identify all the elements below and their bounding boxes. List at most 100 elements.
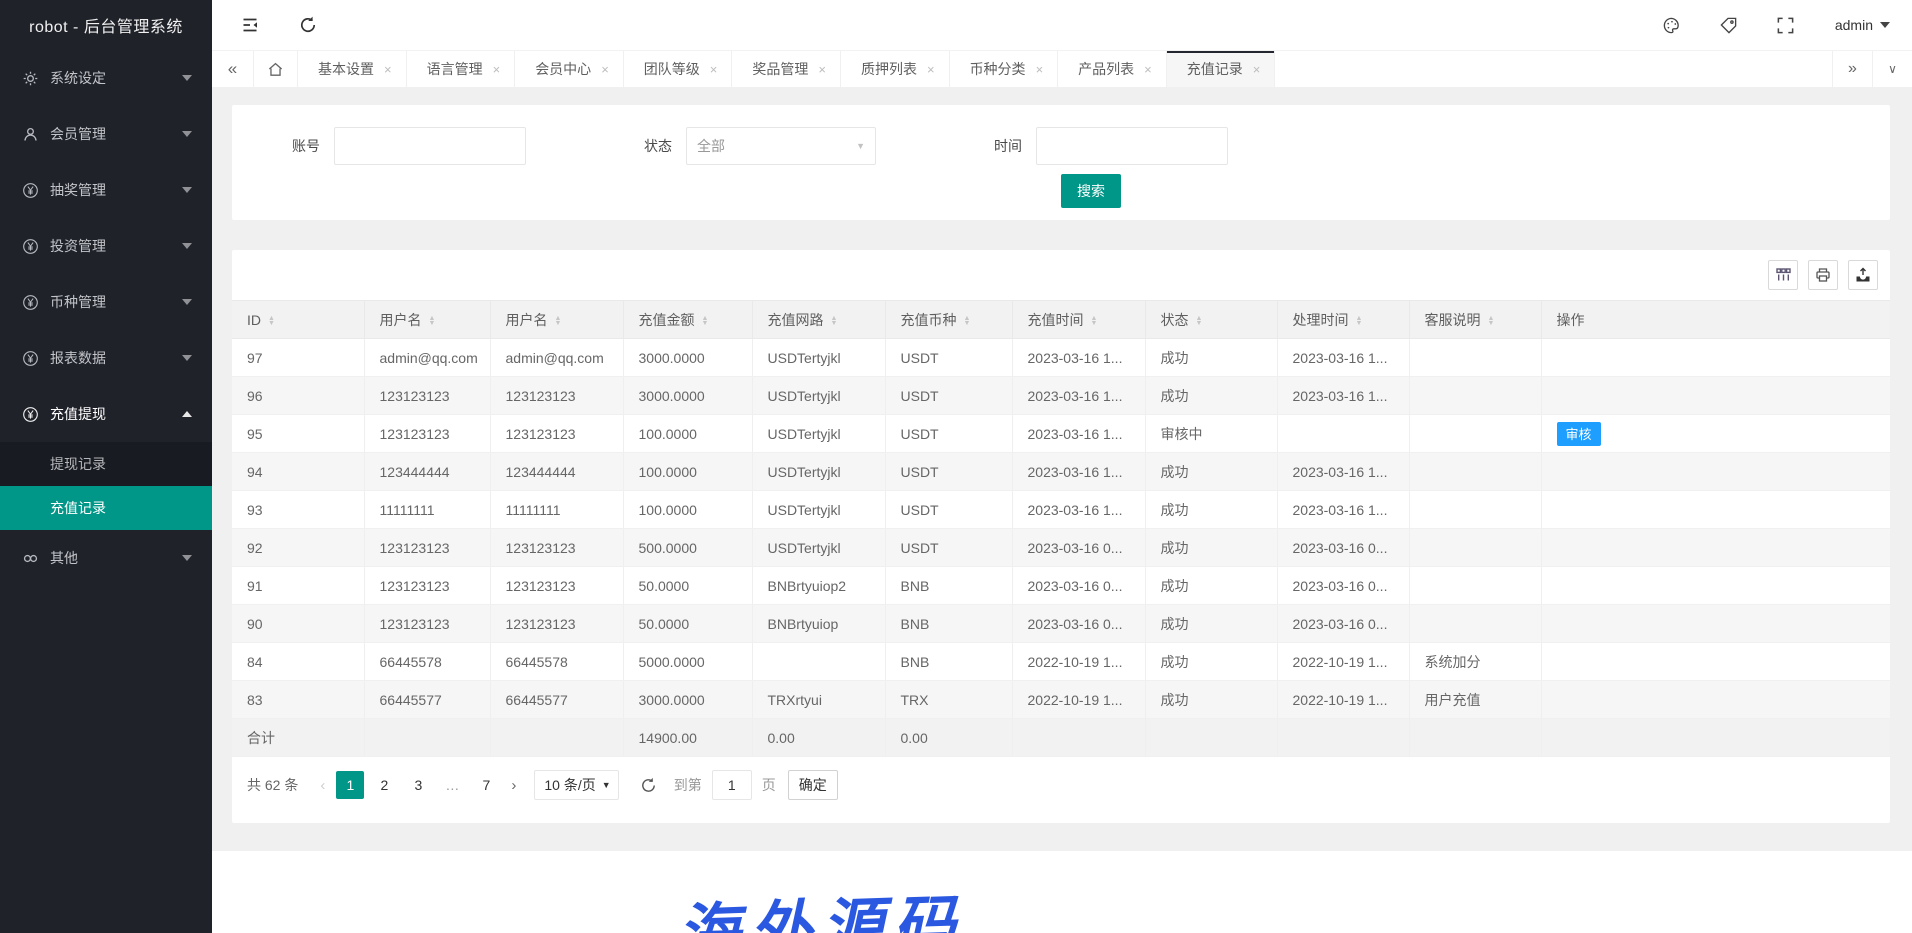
sidebar-item-label: 会员管理: [50, 124, 182, 144]
export-button[interactable]: [1848, 260, 1878, 290]
close-icon[interactable]: ×: [493, 62, 501, 77]
column-header-用户名[interactable]: 用户名▲▼: [364, 301, 490, 339]
column-header-ID[interactable]: ID▲▼: [232, 301, 364, 339]
sort-icon[interactable]: ▲▼: [1488, 316, 1495, 326]
sidebar-item-7[interactable]: 其他: [0, 530, 212, 586]
tabbar: « 基本设置×语言管理×会员中心×团队等级×奖品管理×质押列表×币种分类×产品列…: [212, 51, 1912, 88]
column-header-充值网路[interactable]: 充值网路▲▼: [752, 301, 885, 339]
tabs-scroll-left-icon[interactable]: «: [212, 51, 254, 87]
fullscreen-icon[interactable]: [1776, 16, 1795, 35]
next-page-icon[interactable]: ›: [503, 777, 524, 794]
cell-note: [1409, 491, 1541, 529]
sort-icon[interactable]: ▲▼: [702, 316, 709, 326]
tabs-menu-icon[interactable]: ∨: [1872, 51, 1912, 87]
user-menu[interactable]: admin: [1835, 17, 1890, 33]
theme-palette-icon[interactable]: [1662, 16, 1681, 35]
close-icon[interactable]: ×: [601, 62, 609, 77]
close-icon[interactable]: ×: [927, 62, 935, 77]
cell-note: [1409, 339, 1541, 377]
sort-icon[interactable]: ▲▼: [1091, 316, 1098, 326]
cell-status: 成功: [1145, 681, 1277, 719]
page-size-select[interactable]: 10 条/页 ▼: [534, 770, 618, 800]
main-area: admin « 基本设置×语言管理×会员中心×团队等级×奖品管理×质押列表×币种…: [212, 0, 1912, 933]
sort-icon[interactable]: ▲▼: [1196, 316, 1203, 326]
sidebar-item-4[interactable]: 币种管理: [0, 274, 212, 330]
sidebar-subitem-提现记录[interactable]: 提现记录: [0, 442, 212, 486]
sidebar-item-1[interactable]: 会员管理: [0, 106, 212, 162]
close-icon[interactable]: ×: [1036, 62, 1044, 77]
sort-icon[interactable]: ▲▼: [429, 316, 436, 326]
column-header-客服说明[interactable]: 客服说明▲▼: [1409, 301, 1541, 339]
cell-action: [1541, 453, 1890, 491]
sidebar-item-3[interactable]: 投资管理: [0, 218, 212, 274]
tab-会员中心[interactable]: 会员中心 ×: [515, 51, 624, 87]
tab-奖品管理[interactable]: 奖品管理×: [732, 51, 841, 87]
account-input[interactable]: [334, 127, 526, 165]
page-button-3[interactable]: 3: [404, 771, 432, 799]
cell-status: 成功: [1145, 491, 1277, 529]
close-icon[interactable]: ×: [710, 62, 718, 77]
close-icon[interactable]: ×: [1253, 62, 1261, 77]
time-filter-group: 时间: [994, 127, 1228, 165]
print-button[interactable]: [1808, 260, 1838, 290]
column-header-状态[interactable]: 状态▲▼: [1145, 301, 1277, 339]
sidebar-item-0[interactable]: 系统设定: [0, 50, 212, 106]
confirm-button[interactable]: 确定: [788, 770, 838, 800]
column-header-处理时间[interactable]: 处理时间▲▼: [1277, 301, 1409, 339]
sort-icon[interactable]: ▲▼: [1356, 316, 1363, 326]
cell-amount: 3000.0000: [623, 377, 752, 415]
sidebar-subitem-充值记录[interactable]: 充值记录: [0, 486, 212, 530]
goto-page-input[interactable]: [712, 770, 752, 800]
tab-语言管理[interactable]: 语言管理×: [407, 51, 516, 87]
cell-amount: 5000.0000: [623, 643, 752, 681]
tab-充值记录[interactable]: 充值记录×: [1167, 51, 1276, 87]
sort-icon[interactable]: ▲▼: [268, 316, 275, 326]
pager-refresh-icon[interactable]: [639, 776, 658, 795]
cell-id: 92: [232, 529, 364, 567]
cell-status: 成功: [1145, 643, 1277, 681]
column-header-用户名[interactable]: 用户名▲▼: [490, 301, 623, 339]
sort-icon[interactable]: ▲▼: [964, 316, 971, 326]
column-header-充值金额[interactable]: 充值金额 ▲▼: [623, 301, 752, 339]
sort-icon[interactable]: ▲▼: [831, 316, 838, 326]
cell-time: 2023-03-16 1...: [1012, 339, 1145, 377]
close-icon[interactable]: ×: [818, 62, 826, 77]
cell-username: 123123123: [364, 605, 490, 643]
cell-time: 2023-03-16 1...: [1012, 453, 1145, 491]
close-icon[interactable]: ×: [1144, 62, 1152, 77]
sidebar-item-5[interactable]: 报表数据: [0, 330, 212, 386]
page-button-7[interactable]: 7: [472, 771, 500, 799]
tab-产品列表[interactable]: 产品列表×: [1058, 51, 1167, 87]
column-label: 充值金额: [639, 312, 695, 328]
tab-label: 会员中心: [535, 59, 591, 79]
column-header-充值币种[interactable]: 充值币种▲▼: [885, 301, 1012, 339]
tabs-scroll-right-icon[interactable]: »: [1832, 51, 1872, 87]
search-button[interactable]: 搜索: [1061, 174, 1121, 208]
page-button-2[interactable]: 2: [370, 771, 398, 799]
tab-团队等级[interactable]: 团队等级×: [624, 51, 733, 87]
tab-label: 基本设置: [318, 59, 374, 79]
time-input[interactable]: [1036, 127, 1228, 165]
status-select[interactable]: 全部 ▼: [686, 127, 876, 165]
tag-icon[interactable]: [1719, 16, 1738, 35]
refresh-icon[interactable]: [298, 15, 318, 35]
cell-id: 90: [232, 605, 364, 643]
cell-amount: 50.0000: [623, 605, 752, 643]
collapse-sidebar-icon[interactable]: [240, 15, 260, 35]
sidebar-item-6[interactable]: 充值提现: [0, 386, 212, 442]
cell-coin: USDT: [885, 529, 1012, 567]
prev-page-icon[interactable]: ‹: [312, 777, 333, 794]
account-label: 账号: [292, 136, 320, 156]
column-header-充值时间[interactable]: 充值时间▲▼: [1012, 301, 1145, 339]
close-icon[interactable]: ×: [384, 62, 392, 77]
table-row: 9112312312312312312350.0000BNBrtyuiop2BN…: [232, 567, 1890, 605]
filter-columns-button[interactable]: [1768, 260, 1798, 290]
tab-币种分类[interactable]: 币种分类×: [950, 51, 1059, 87]
tab-质押列表[interactable]: 质押列表×: [841, 51, 950, 87]
tab-基本设置[interactable]: 基本设置 ×: [298, 51, 407, 87]
sort-icon[interactable]: ▲▼: [555, 316, 562, 326]
sidebar-item-2[interactable]: 抽奖管理: [0, 162, 212, 218]
page-button-1[interactable]: 1: [336, 771, 364, 799]
audit-button[interactable]: 审核: [1557, 422, 1601, 446]
home-tab[interactable]: [254, 51, 298, 87]
